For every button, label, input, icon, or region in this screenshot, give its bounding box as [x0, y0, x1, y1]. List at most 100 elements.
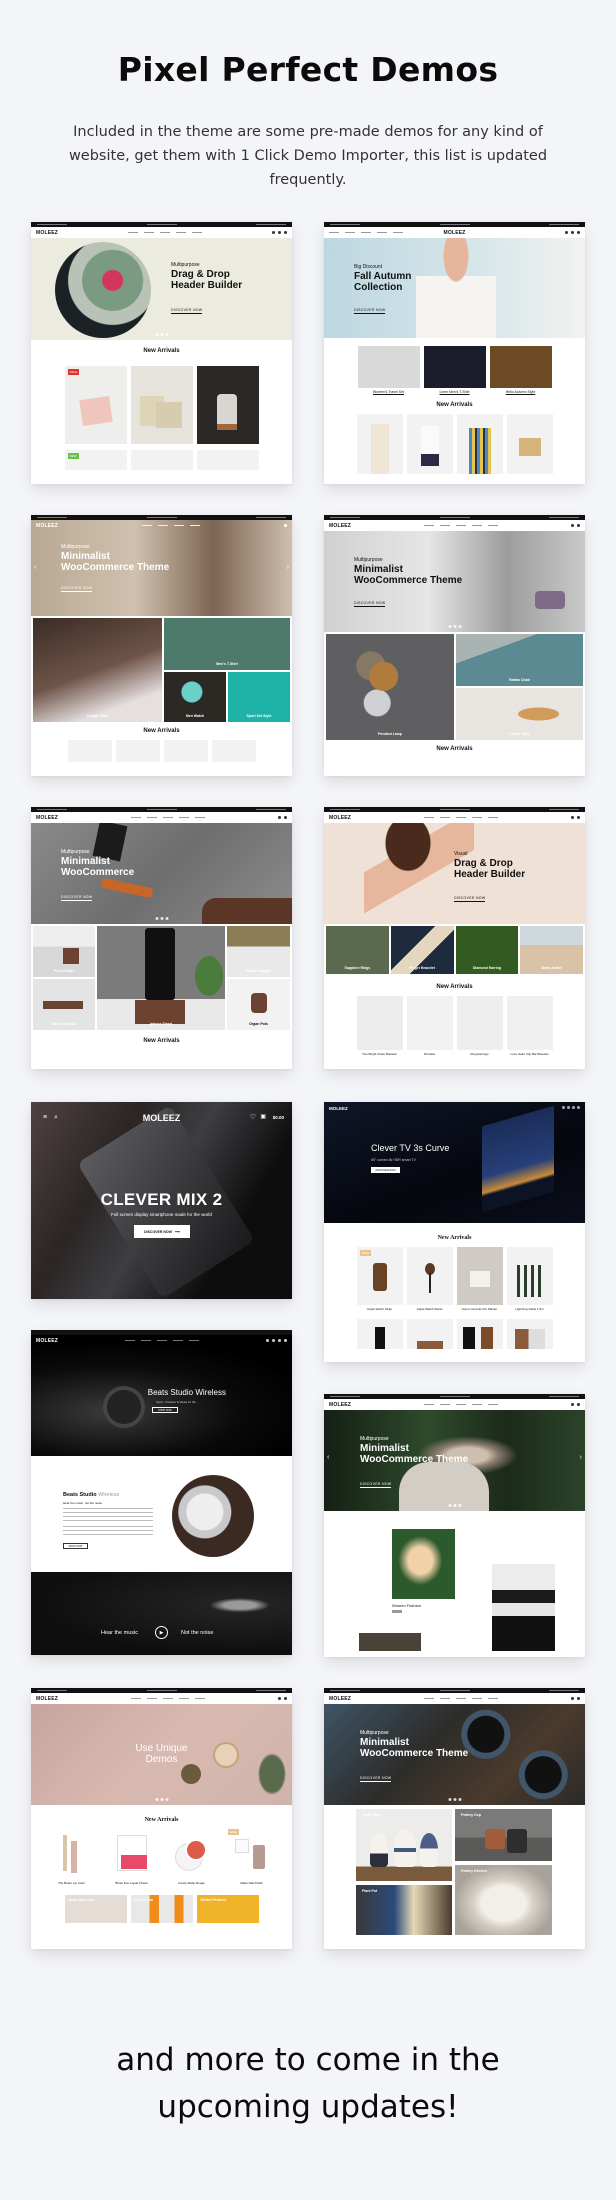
- product-card[interactable]: [406, 1319, 453, 1349]
- slider-dots[interactable]: [448, 625, 461, 628]
- category-tile[interactable]: Pottery Cup: [455, 1809, 552, 1861]
- category-tile[interactable]: Sport Set Style: [228, 672, 290, 722]
- play-icon[interactable]: ▶: [155, 1626, 168, 1639]
- demo-card-minimalist-gadgets[interactable]: MOLEEZ Multipurpose Minimalist WooCommerc…: [31, 807, 292, 1069]
- product-card[interactable]: [456, 414, 503, 474]
- product-card[interactable]: Candy Matte Rouge: [165, 1829, 219, 1885]
- category-tile[interactable]: Men's T-Shirt: [164, 618, 290, 670]
- product-card[interactable]: NEW: [64, 450, 127, 470]
- category-tile[interactable]: Organ Pots: [227, 979, 290, 1030]
- product-card[interactable]: SALE Matte Nail Polish: [225, 1829, 279, 1885]
- slider-dots[interactable]: [448, 1798, 461, 1801]
- category-tile[interactable]: Rattan Chair: [456, 634, 583, 686]
- product-pillow[interactable]: SALE: [64, 366, 127, 444]
- cart-icon[interactable]: ▣: [260, 1113, 266, 1120]
- product-card[interactable]: [356, 414, 403, 474]
- product-card[interactable]: Home Ceramic Pot Planter: [456, 1247, 503, 1311]
- category-tile[interactable]: Couple Style: [33, 618, 162, 722]
- category-item[interactable]: Linen Men's T-Shirt: [423, 346, 486, 394]
- product-card[interactable]: [67, 740, 112, 762]
- category-tile[interactable]: iMac Stand Set: [33, 979, 95, 1030]
- category-tile[interactable]: Sun Cream: [130, 1895, 193, 1923]
- category-tile[interactable]: Finger Bracelet: [390, 926, 454, 974]
- demo-card-cosmetics[interactable]: MOLEEZ Use Unique Demos New Arrivals The …: [31, 1688, 292, 1949]
- demo-card-clever-tv[interactable]: MOLEEZ Clever TV 3s Curve 65" curved 4k …: [324, 1102, 585, 1362]
- discover-button[interactable]: DISCOVER NOW: [371, 1167, 400, 1173]
- product-card[interactable]: [506, 1319, 553, 1349]
- prev-arrow-icon[interactable]: ‹: [34, 564, 36, 571]
- product-card[interactable]: [406, 414, 453, 474]
- category-item[interactable]: Hello Autumn Style: [489, 346, 552, 394]
- category-tile[interactable]: Iphone Stand: [97, 926, 225, 1030]
- category-tile[interactable]: Body Skin Care: [64, 1895, 127, 1923]
- hero-button[interactable]: DISCOVER NOW: [354, 601, 386, 607]
- slider-dots[interactable]: [155, 917, 168, 920]
- category-tile[interactable]: Coffee Table: [456, 688, 583, 740]
- product-card[interactable]: [211, 740, 256, 762]
- category-tile[interactable]: Diamond Earring: [455, 926, 519, 974]
- product-card[interactable]: [356, 1319, 403, 1349]
- product-card[interactable]: Two Bright Chain Bracelet: [356, 996, 403, 1056]
- site-header: MOLEEZ: [31, 812, 292, 823]
- lookbook-image[interactable]: [492, 1564, 555, 1651]
- category-tile[interactable]: Winter Perfume: [196, 1895, 259, 1923]
- hero-button[interactable]: DISCOVER NOW: [61, 586, 93, 592]
- demo-card-minimalist-fashion[interactable]: MOLEEZ Multipurpose Minimalist WooCommerc…: [31, 515, 292, 776]
- slider-dots[interactable]: [155, 333, 168, 336]
- slider-dots[interactable]: [448, 1504, 461, 1507]
- category-item[interactable]: Women's Travel Set: [357, 346, 420, 394]
- demo-card-beats-studio[interactable]: MOLEEZ Beats Studio Wireless Sport, Crea…: [31, 1330, 292, 1655]
- category-tile[interactable]: Pottery Kitchen: [455, 1865, 552, 1935]
- demo-card-minimalist-jungle[interactable]: MOLEEZ Multipurpose Minimalist WooCommerc…: [324, 1394, 585, 1657]
- prev-arrow-icon[interactable]: ‹: [327, 1454, 329, 1461]
- demo-card-drag-drop-plants[interactable]: MOLEEZ Multipurpose Drag & Drop Header Bu…: [31, 222, 292, 484]
- category-tile[interactable]: Men Watch: [164, 672, 226, 722]
- product-card[interactable]: The Better Lip Color: [45, 1829, 99, 1885]
- demo-card-fashion-autumn[interactable]: MOLEEZ Big Discount Fall Autumn Collectio…: [324, 222, 585, 484]
- demo-card-minimalist-furniture[interactable]: MOLEEZ Multipurpose Minimalist WooCommerc…: [324, 515, 585, 776]
- hero-button[interactable]: DISCOVER NOW: [454, 896, 486, 902]
- category-tile[interactable]: Sapphire Rings: [326, 926, 389, 974]
- product-card[interactable]: SALE Apple Watch Strap: [356, 1247, 403, 1311]
- product-baskets[interactable]: [130, 366, 193, 444]
- category-tile[interactable]: Watch Charger: [227, 926, 290, 977]
- next-arrow-icon[interactable]: ›: [287, 564, 289, 571]
- product-diffuser[interactable]: [196, 366, 259, 444]
- header-icons: [571, 1403, 580, 1406]
- category-tile[interactable]: Pens Holder: [33, 926, 95, 977]
- hero-button[interactable]: DISCOVER NOW: [354, 308, 386, 314]
- product-card[interactable]: Ring Earrings: [456, 996, 503, 1056]
- product-card[interactable]: [196, 450, 259, 470]
- product-card[interactable]: [163, 740, 208, 762]
- category-tile[interactable]: Pendant Lamp: [326, 634, 454, 740]
- hero-button[interactable]: DISCOVER NOW: [61, 895, 93, 901]
- hero-button[interactable]: DISCOVER NOW: [360, 1776, 392, 1782]
- lookbook-button[interactable]: [392, 1610, 402, 1613]
- hero-button[interactable]: DISCOVER NOW: [360, 1482, 392, 1488]
- product-card[interactable]: Pendant: [406, 996, 453, 1056]
- product-card[interactable]: [456, 1319, 503, 1349]
- product-card[interactable]: Blush Duo Liquid Cheek: [105, 1829, 159, 1885]
- lookbook-image[interactable]: [359, 1633, 421, 1651]
- product-card[interactable]: Apple Watch Stand: [406, 1247, 453, 1311]
- product-card[interactable]: [115, 740, 160, 762]
- slider-dots[interactable]: [155, 1798, 168, 1801]
- shop-button[interactable]: SHOP NOW: [63, 1543, 88, 1549]
- category-tile[interactable]: Body Anklet: [520, 926, 583, 974]
- product-card[interactable]: Lightning Cable 1.5m: [506, 1247, 553, 1311]
- wishlist-icon[interactable]: ♡: [250, 1113, 256, 1121]
- product-card[interactable]: Love Heart Clip Bar Bracelet: [506, 996, 553, 1056]
- demo-card-clever-mix[interactable]: ≡ ⌕ MOLEEZ ♡ ▣ $0.00 CLEVER MIX 2 Full s…: [31, 1102, 292, 1299]
- product-card[interactable]: [130, 450, 193, 470]
- product-card[interactable]: [506, 414, 553, 474]
- shop-button[interactable]: SHOP NOW: [152, 1407, 178, 1413]
- demo-card-pottery[interactable]: MOLEEZ Multipurpose Minimalist WooCommerc…: [324, 1688, 585, 1949]
- discover-button[interactable]: DISCOVER NOW ⟶: [134, 1225, 190, 1238]
- lookbook-image[interactable]: [392, 1529, 455, 1599]
- category-tile[interactable]: Plant Pot: [356, 1885, 452, 1935]
- feature-section: Beats Studio Wireless Hear the music, no…: [31, 1456, 292, 1572]
- next-arrow-icon[interactable]: ›: [580, 1454, 582, 1461]
- demo-card-jewelry[interactable]: MOLEEZ Visual Drag & Drop Header Builder …: [324, 807, 585, 1069]
- hero-button[interactable]: DISCOVER NOW: [171, 308, 203, 314]
- category-tile[interactable]: Jewel Vase: [356, 1809, 452, 1881]
